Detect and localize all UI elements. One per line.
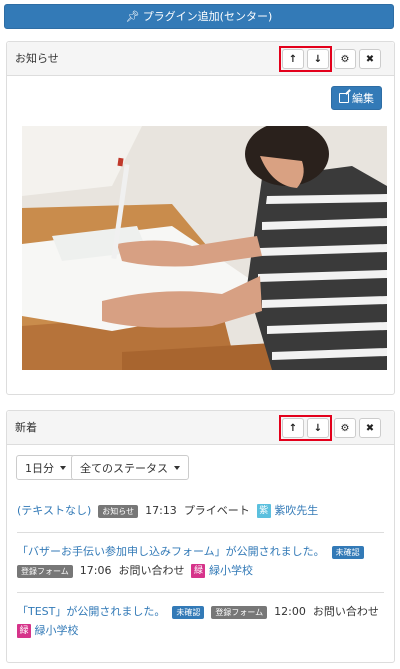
arrow-down-icon: ↓ [313,53,323,65]
whats-new-panel-heading: 新着 ↑ ↓ ⚙ ✖ [7,411,394,445]
author-avatar: 緑 [191,564,206,578]
entry-time: 17:13 [145,504,177,517]
arrow-up-icon: ↑ [288,53,298,65]
edit-icon [339,93,349,103]
entry-category: お問い合わせ [118,564,185,577]
period-dropdown[interactable]: 1日分 [16,455,75,480]
notice-panel-title: お知らせ [15,52,59,65]
close-button[interactable]: ✖ [359,49,381,69]
divider [17,532,384,533]
entry-time: 17:06 [79,564,112,577]
period-label: 1日分 [25,461,54,475]
edit-label: 編集 [352,92,374,105]
entry-author-link[interactable]: 緑小学校 [209,564,253,577]
entry-category: プライベート [183,504,250,517]
divider [17,592,384,593]
entry-badge: 未確認 [172,605,205,619]
form-badge: 登録フォーム [211,605,268,619]
author-avatar: 紫 [256,504,271,518]
close-icon: ✖ [365,53,375,65]
add-plugin-button[interactable]: 📌︎ プラグイン追加(センター) [4,4,394,29]
move-up-button[interactable]: ↑ [282,418,304,438]
gear-icon: ⚙ [340,53,350,65]
settings-button[interactable]: ⚙ [334,49,356,69]
close-icon: ✖ [365,422,375,434]
whats-new-panel-title: 新着 [15,421,37,434]
notice-panel-heading: お知らせ ↑ ↓ ⚙ ✖ [7,42,394,76]
status-label: 全てのステータス [80,461,168,475]
whats-new-panel: 新着 ↑ ↓ ⚙ ✖ 1日分 全てのステータス (テキストなし) お知らせ 17… [6,410,395,663]
move-down-button[interactable]: ↓ [307,418,329,438]
status-dropdown[interactable]: 全てのステータス [71,455,189,480]
entry-badge: お知らせ [98,504,139,518]
move-up-button[interactable]: ↑ [282,49,304,69]
notice-photo [22,126,387,370]
caret-down-icon [60,465,66,470]
entry-author-link[interactable]: 緑小学校 [35,624,79,637]
list-item: 「TEST」が公開されました。 未確認 登録フォーム 12:00 お問い合わせ … [17,603,384,643]
author-avatar: 緑 [17,624,31,638]
list-item: 「バザーお手伝い参加申し込みフォーム」が公開されました。 未確認 登録フォーム … [17,543,384,583]
entry-title-link[interactable]: (テキストなし) [17,504,91,517]
child-writing-photo [22,126,387,370]
form-badge: 登録フォーム [17,564,73,578]
close-button[interactable]: ✖ [359,418,381,438]
entry-badge: 未確認 [331,545,364,559]
pin-icon: 📌︎ [125,10,140,23]
settings-button[interactable]: ⚙ [334,418,356,438]
list-item: (テキストなし) お知らせ 17:13 プライベート 紫 紫吹先生 [17,502,384,522]
caret-down-icon [174,465,180,470]
notice-panel: お知らせ ↑ ↓ ⚙ ✖ 編集 [6,41,395,395]
entry-author-link[interactable]: 紫吹先生 [274,504,318,517]
entry-category: お問い合わせ [312,605,379,618]
entry-title-link[interactable]: 「バザーお手伝い参加申し込みフォーム」が公開されました。 [17,545,325,558]
add-plugin-label: プラグイン追加(センター) [142,10,273,23]
move-down-button[interactable]: ↓ [307,49,329,69]
arrow-down-icon: ↓ [313,422,323,434]
arrow-up-icon: ↑ [288,422,298,434]
gear-icon: ⚙ [340,422,350,434]
edit-button[interactable]: 編集 [331,86,382,110]
entry-title-link[interactable]: 「TEST」が公開されました。 [17,605,165,618]
entry-time: 12:00 [274,605,306,618]
